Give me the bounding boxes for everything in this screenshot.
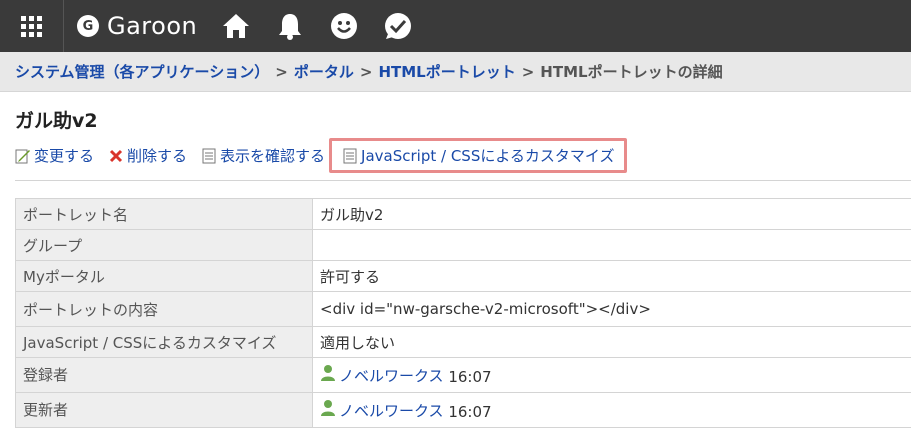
- user-link[interactable]: ノベルワークス: [320, 364, 444, 386]
- checked-bubble-icon[interactable]: [383, 11, 413, 41]
- breadcrumb-html-portlet[interactable]: HTMLポートレット: [378, 61, 515, 82]
- home-icon[interactable]: [221, 11, 251, 41]
- table-row: 更新者 ノベルワークス 16:07: [15, 392, 911, 428]
- delete-label: 削除する: [127, 147, 188, 165]
- table-row: グループ: [15, 229, 911, 261]
- delete-button[interactable]: 削除する: [108, 145, 187, 166]
- breadcrumb-separator: >: [359, 62, 373, 81]
- row-key: JavaScript / CSSによるカスタマイズ: [15, 326, 313, 358]
- garoon-logo-mark: G: [77, 15, 99, 37]
- row-value: ノベルワークス 16:07: [312, 392, 911, 428]
- action-bar: 変更する 削除する 表示を確認する JavaScript / CSSによるカスタ…: [15, 138, 641, 173]
- row-key: Myポータル: [15, 260, 313, 292]
- breadcrumb-system-admin[interactable]: システム管理（各アプリケーション）: [15, 61, 269, 82]
- row-key: 登録者: [15, 357, 313, 393]
- smiley-icon[interactable]: [329, 11, 359, 41]
- customize-button[interactable]: JavaScript / CSSによるカスタマイズ: [329, 138, 628, 173]
- user-link[interactable]: ノベルワークス: [320, 399, 444, 421]
- row-value: 許可する: [312, 260, 911, 292]
- table-row: ポートレット名 ガル助v2: [15, 198, 911, 230]
- timestamp: 16:07: [448, 403, 492, 421]
- portlet-details-table: ポートレット名 ガル助v2 グループ Myポータル 許可する ポートレットの内容…: [15, 198, 911, 428]
- edit-button[interactable]: 変更する: [15, 145, 94, 166]
- breadcrumb-separator: >: [275, 62, 288, 81]
- edit-icon: [15, 148, 31, 164]
- table-row: ポートレットの内容 <div id="nw-garsche-v2-microso…: [15, 291, 911, 327]
- top-bar: G Garoon: [0, 0, 911, 52]
- preview-button[interactable]: 表示を確認する: [201, 145, 325, 166]
- user-icon: [320, 399, 336, 421]
- row-value: <div id="nw-garsche-v2-microsoft"></div>: [312, 291, 911, 327]
- divider: [15, 180, 911, 181]
- table-row: Myポータル 許可する: [15, 260, 911, 292]
- breadcrumb-separator: >: [521, 62, 535, 81]
- edit-label: 変更する: [34, 147, 95, 165]
- table-row: JavaScript / CSSによるカスタマイズ 適用しない: [15, 326, 911, 358]
- bell-icon[interactable]: [275, 11, 305, 41]
- breadcrumb-current: HTMLポートレットの詳細: [540, 63, 723, 81]
- row-key: ポートレット名: [15, 198, 313, 230]
- user-icon: [320, 364, 336, 386]
- row-value: ノベルワークス 16:07: [312, 357, 911, 393]
- preview-label: 表示を確認する: [220, 147, 326, 165]
- user-name: ノベルワークス: [339, 401, 444, 420]
- breadcrumb-portal[interactable]: ポータル: [294, 61, 354, 82]
- row-value: [312, 229, 911, 261]
- main-content: ガル助v2 変更する 削除する 表示を確認する JavaScript / CSS…: [0, 92, 911, 436]
- breadcrumb: システム管理（各アプリケーション） > ポータル > HTMLポートレット > …: [0, 52, 911, 92]
- timestamp: 16:07: [448, 368, 492, 386]
- row-key: ポートレットの内容: [15, 291, 313, 327]
- document-icon: [201, 148, 217, 164]
- app-grid-icon: [21, 15, 42, 37]
- row-value: 適用しない: [312, 326, 911, 358]
- row-key: グループ: [15, 229, 313, 261]
- delete-icon: [108, 148, 124, 164]
- table-row: 登録者 ノベルワークス 16:07: [15, 357, 911, 393]
- row-value: ガル助v2: [312, 198, 911, 230]
- garoon-logo-text: Garoon: [107, 12, 198, 40]
- document-icon: [342, 148, 358, 164]
- customize-label: JavaScript / CSSによるカスタマイズ: [361, 147, 615, 165]
- page-title: ガル助v2: [15, 110, 98, 132]
- user-name: ノベルワークス: [339, 366, 444, 385]
- garoon-logo[interactable]: G Garoon: [77, 0, 197, 52]
- app-menu-button[interactable]: [0, 0, 64, 52]
- row-key: 更新者: [15, 392, 313, 428]
